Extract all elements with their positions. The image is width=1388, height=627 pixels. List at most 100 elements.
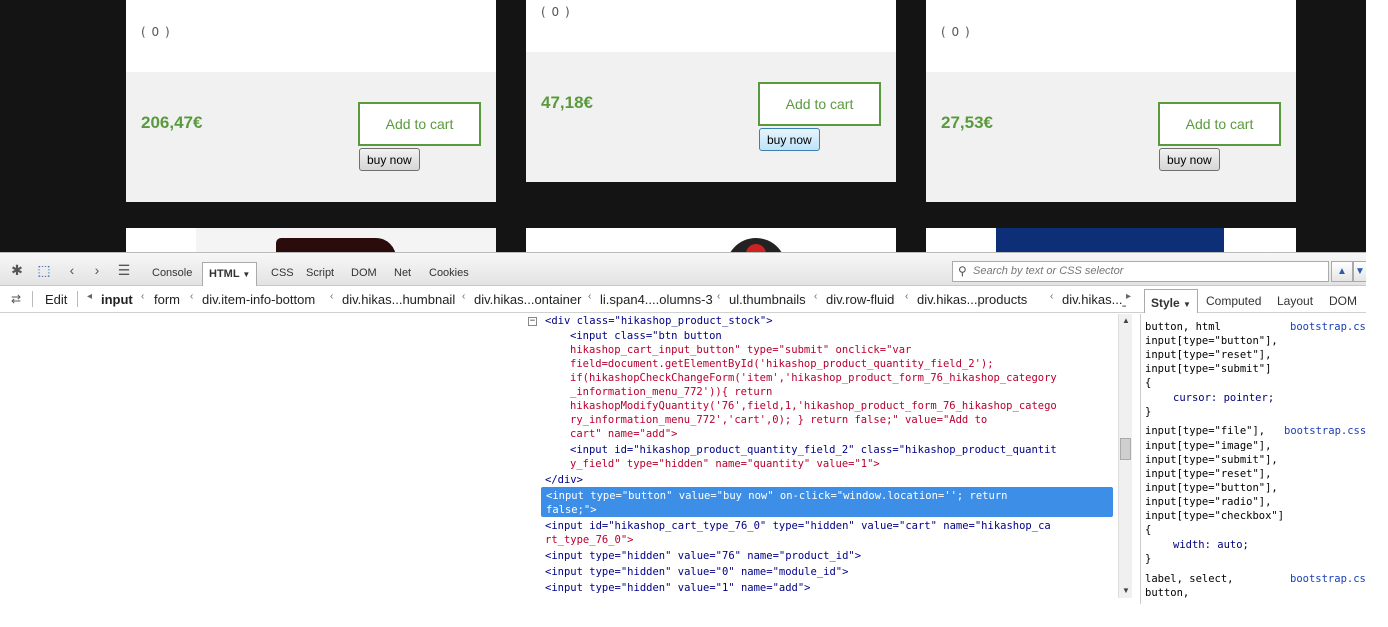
breadcrumb-scroll-right-icon[interactable]: ▸ [1126, 291, 1131, 302]
back-arrow-icon[interactable]: ‹ [63, 262, 81, 278]
html-line[interactable]: hikashopModifyQuantity('76',field,1,'hik… [570, 399, 1057, 413]
html-line[interactable]: hikashop_cart_input_button" type="submit… [570, 343, 911, 357]
screenshot-root: ( 0 ) 206,47€ Add to cart buy now ( 0 ) … [0, 0, 1388, 627]
html-line: <input type="button" value="buy now" on-… [546, 490, 1008, 502]
chevron-down-icon: ▼ [1183, 300, 1191, 309]
forward-arrow-icon[interactable]: › [88, 262, 106, 278]
html-line[interactable]: _information_menu_772')){ return [570, 385, 772, 399]
search-input[interactable]: ⚲ Search by text or CSS selector [952, 261, 1329, 282]
html-line[interactable]: <input id="hikashop_product_quantity_fie… [570, 443, 1057, 457]
firebug-toolbar: ✱ ⬚ ‹ › ☰ Console HTML ▼ CSS Script DOM … [0, 252, 1366, 287]
css-property[interactable]: width: auto; [1173, 538, 1249, 552]
buy-now-button[interactable]: buy now [359, 148, 420, 171]
outline-list-icon[interactable]: ☰ [115, 262, 133, 278]
inspect-element-icon[interactable]: ⬚ [35, 262, 53, 278]
product-rating: ( 0 ) [941, 25, 971, 39]
breadcrumb-separator-icon: ‹ [717, 291, 721, 302]
html-line[interactable]: cart" name="add"> [570, 427, 677, 441]
css-brace: { [1145, 377, 1152, 389]
css-source-link[interactable]: bootstrap.css ( [1284, 424, 1366, 438]
breadcrumb-item[interactable]: input [101, 292, 133, 307]
add-to-cart-button[interactable]: Add to cart [1158, 102, 1281, 146]
product-rating: ( 0 ) [541, 5, 571, 19]
tab-computed[interactable]: Computed [1206, 294, 1261, 308]
css-source-link[interactable]: bootstrap.css [1290, 572, 1366, 586]
breadcrumb-item[interactable]: div.hikas...ontainer [474, 292, 581, 307]
html-line[interactable]: <input type="hidden" value="0" name="mod… [545, 565, 848, 579]
tab-html[interactable]: HTML ▼ [202, 262, 258, 287]
selected-node[interactable]: <input type="button" value="buy now" on-… [541, 487, 1113, 517]
product-card-footer: 47,18€ Add to cart buy now [526, 52, 896, 182]
breadcrumb-separator-icon: ‹ [814, 291, 818, 302]
product-price: 47,18€ [541, 93, 593, 112]
tab-console[interactable]: Console [152, 267, 192, 279]
chevron-down-icon: ▼ [242, 270, 251, 279]
breadcrumb-separator-icon: ‹ [588, 291, 592, 302]
html-line[interactable]: field=document.getElementById('hikashop_… [570, 357, 994, 371]
product-card-footer: 27,53€ Add to cart buy now [926, 72, 1296, 202]
breadcrumb-scroll-left-icon[interactable]: ◂ [87, 291, 92, 302]
breadcrumb-item[interactable]: div.row-fluid [826, 292, 894, 307]
scroll-down-icon[interactable]: ▼ [1122, 586, 1130, 595]
tab-script[interactable]: Script [306, 267, 334, 279]
pin-panel-icon[interactable]: ⇄ [7, 291, 25, 307]
tab-html-label: HTML [209, 268, 240, 280]
html-panel-scrollbar[interactable]: ▲ ▼ [1118, 314, 1132, 598]
buy-now-button[interactable]: buy now [759, 128, 820, 151]
buy-now-button[interactable]: buy now [1159, 148, 1220, 171]
product-card-next [126, 228, 496, 252]
html-line[interactable]: </div> [545, 473, 583, 487]
breadcrumb-item[interactable]: form [154, 292, 180, 307]
product-grid: ( 0 ) 206,47€ Add to cart buy now ( 0 ) … [0, 0, 1366, 252]
breadcrumb-item[interactable]: ul.thumbnails [729, 292, 806, 307]
html-line[interactable]: <input id="hikashop_cart_type_76_0" type… [545, 519, 1051, 533]
search-up-button[interactable]: ▲ [1331, 261, 1353, 282]
breadcrumb-item[interactable]: div.hikas...products [917, 292, 1027, 307]
scroll-up-icon[interactable]: ▲ [1122, 316, 1130, 325]
divider [32, 291, 33, 307]
tab-net[interactable]: Net [394, 267, 411, 279]
css-selector: input[type="radio"], [1145, 496, 1272, 508]
breadcrumb-item[interactable]: div.hikas..._lis [1062, 292, 1126, 307]
breadcrumb-item[interactable]: div.hikas...humbnail [342, 292, 455, 307]
css-selector: input[type="button"], [1145, 482, 1278, 494]
breadcrumb-separator-icon: ‹ [905, 291, 909, 302]
tab-style-label: Style [1151, 296, 1180, 310]
breadcrumb-item[interactable]: li.span4....olumns-3 [600, 292, 713, 307]
product-card: ( 0 ) 27,53€ Add to cart buy now [926, 0, 1296, 202]
add-to-cart-button[interactable]: Add to cart [358, 102, 481, 146]
product-rating: ( 0 ) [141, 25, 171, 39]
tab-cookies[interactable]: Cookies [429, 267, 469, 279]
html-line[interactable]: rt_type_76_0"> [545, 533, 634, 547]
tab-style[interactable]: Style ▼ [1144, 289, 1198, 313]
tab-dom-side[interactable]: DOM [1329, 294, 1357, 308]
html-line: false;"> [546, 504, 597, 516]
breadcrumb-item[interactable]: div.item-info-bottom [202, 292, 315, 307]
add-to-cart-button[interactable]: Add to cart [758, 82, 881, 126]
css-selector: input[type="file"], [1145, 425, 1266, 437]
firebug-panel: ✱ ⬚ ‹ › ☰ Console HTML ▼ CSS Script DOM … [0, 252, 1388, 627]
html-line[interactable]: y_field" type="hidden" name="quantity" v… [570, 457, 880, 471]
collapse-toggle-icon[interactable]: − [528, 317, 537, 326]
html-line[interactable]: <input class="btn button [570, 329, 722, 343]
search-icon: ⚲ [958, 264, 967, 278]
firebug-bug-icon[interactable]: ✱ [8, 262, 26, 278]
css-source-link[interactable]: bootstrap.css [1290, 320, 1366, 334]
tab-css[interactable]: CSS [271, 267, 294, 279]
css-selector: input[type="button"], [1145, 335, 1278, 347]
search-options-button[interactable]: ▼ [1353, 261, 1366, 282]
tab-layout[interactable]: Layout [1277, 294, 1313, 308]
edit-button[interactable]: Edit [45, 292, 67, 307]
html-line[interactable]: <div class="hikashop_product_stock"> [545, 314, 773, 328]
css-selector: input[type="submit"], [1145, 454, 1278, 466]
breadcrumb-separator-icon: ‹ [141, 291, 145, 302]
css-property[interactable]: cursor: pointer; [1173, 391, 1274, 405]
css-selector: input[type="checkbox"] [1145, 510, 1285, 522]
style-panel: button, html bootstrap.css input[type="b… [1140, 314, 1366, 604]
scrollbar-thumb[interactable] [1120, 438, 1131, 460]
html-line[interactable]: <input type="hidden" value="76" name="pr… [545, 549, 861, 563]
html-line[interactable]: <input type="hidden" value="1" name="add… [545, 581, 811, 595]
html-line[interactable]: ry_information_menu_772','cart',0); } re… [570, 413, 987, 427]
tab-dom[interactable]: DOM [351, 267, 377, 279]
html-line[interactable]: if(hikashopCheckChangeForm('item','hikas… [570, 371, 1057, 385]
